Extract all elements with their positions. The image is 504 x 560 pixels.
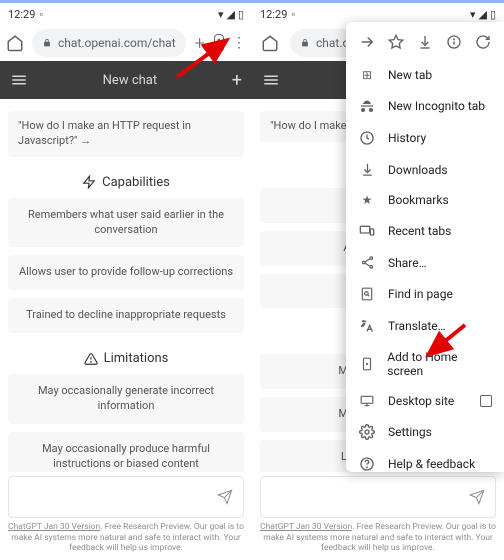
menu-translate[interactable]: Translate… [346,310,504,342]
menu-find-in-page[interactable]: Find in page [346,278,504,310]
warning-icon [84,352,98,366]
chat-input-row [260,476,496,518]
capability-item: Remembers what user said earlier in the … [8,198,244,248]
star-icon[interactable] [386,32,406,52]
hamburger-icon[interactable] [10,71,28,89]
add-home-icon [358,356,375,372]
lock-icon [42,37,52,49]
example-prompt[interactable]: "How do I make an HTTP request in Javasc… [8,111,244,157]
refresh-icon[interactable] [473,32,493,52]
footer-text: ChatGPT Jan 30 Version. Free Research Pr… [252,518,504,560]
gear-icon [358,424,376,440]
notification-icon: ◦ [291,8,295,21]
capability-item: Allows user to provide follow-up correct… [8,255,244,290]
info-icon[interactable] [444,32,464,52]
signal-icon: ◢ [226,8,234,21]
chat-title: New chat [28,73,232,88]
screenshot-left: 12:29 ◦ ▾ ◢ ▯ chat.openai.com/chat + 1 ⋮… [0,0,252,560]
chat-header: New chat + [0,61,252,99]
status-time: 12:29 [260,8,287,21]
capability-item: Trained to decline inappropriate request… [8,298,244,333]
devices-icon [358,223,376,239]
url-text: chat.openai.com/chat [58,36,176,50]
wifi-icon: ▾ [470,8,476,21]
send-icon[interactable] [217,489,233,505]
send-icon[interactable] [469,489,485,505]
menu-settings[interactable]: Settings [346,416,504,448]
page-content: "How do I make an HTTP request in Javasc… [0,99,252,472]
signal-icon: ◢ [478,8,486,21]
incognito-icon [358,98,376,114]
limitation-item: May occasionally produce harmful instruc… [8,432,244,472]
plus-box-icon: ⊞ [358,68,376,82]
tab-switcher[interactable]: 1 [214,34,224,52]
star-icon: ★ [358,193,376,207]
menu-recent-tabs[interactable]: Recent tabs [346,215,504,247]
download-icon [358,162,376,177]
battery-icon: ▯ [238,8,244,21]
new-chat-plus-icon[interactable]: + [232,70,242,91]
menu-add-to-home[interactable]: Add to Home screen [346,342,504,386]
history-icon [358,130,376,146]
limitation-item: May occasionally generate incorrect info… [8,374,244,424]
browser-toolbar: chat.openai.com/chat + 1 ⋮ [0,25,252,61]
status-time: 12:29 [8,8,35,21]
lightning-icon [82,175,96,189]
new-tab-plus-icon[interactable]: + [194,31,206,55]
home-icon[interactable] [258,31,282,55]
translate-icon [358,318,376,334]
download-icon[interactable] [415,32,435,52]
battery-icon: ▯ [490,8,496,21]
help-icon [358,456,376,472]
desktop-site-checkbox[interactable] [480,395,492,407]
share-icon [358,255,376,270]
chat-input[interactable] [19,490,217,504]
menu-incognito[interactable]: New Incognito tab [346,90,504,122]
kebab-menu-icon[interactable]: ⋮ [232,31,246,55]
wifi-icon: ▾ [218,8,224,21]
chat-input[interactable] [271,490,469,504]
hamburger-icon[interactable] [262,71,280,89]
desktop-icon [358,394,376,408]
notification-icon: ◦ [39,8,43,21]
footer-text: ChatGPT Jan 30 Version. Free Research Pr… [0,518,252,560]
limitations-heading: Limitations [8,351,244,366]
capabilities-heading: Capabilities [8,175,244,190]
chrome-overflow-menu: ⊞New tab New Incognito tab History Downl… [346,22,504,472]
forward-icon[interactable] [357,32,377,52]
find-icon [358,286,376,302]
chat-input-row [8,476,244,518]
home-icon[interactable] [6,31,24,55]
menu-desktop-site[interactable]: Desktop site [346,386,504,416]
menu-help[interactable]: Help & feedback [346,448,504,480]
lock-icon [300,37,310,49]
menu-history[interactable]: History [346,122,504,154]
url-bar[interactable]: chat.openai.com/chat [32,29,186,57]
status-bar: 12:29 ◦ ▾ ◢ ▯ [0,3,252,25]
screenshot-right: 12:29 ◦ ▾ ◢ ▯ chat.open "How do I make a [252,0,504,560]
menu-downloads[interactable]: Downloads [346,154,504,185]
menu-new-tab[interactable]: ⊞New tab [346,60,504,90]
menu-share[interactable]: Share… [346,247,504,278]
menu-bookmarks[interactable]: ★Bookmarks [346,185,504,215]
